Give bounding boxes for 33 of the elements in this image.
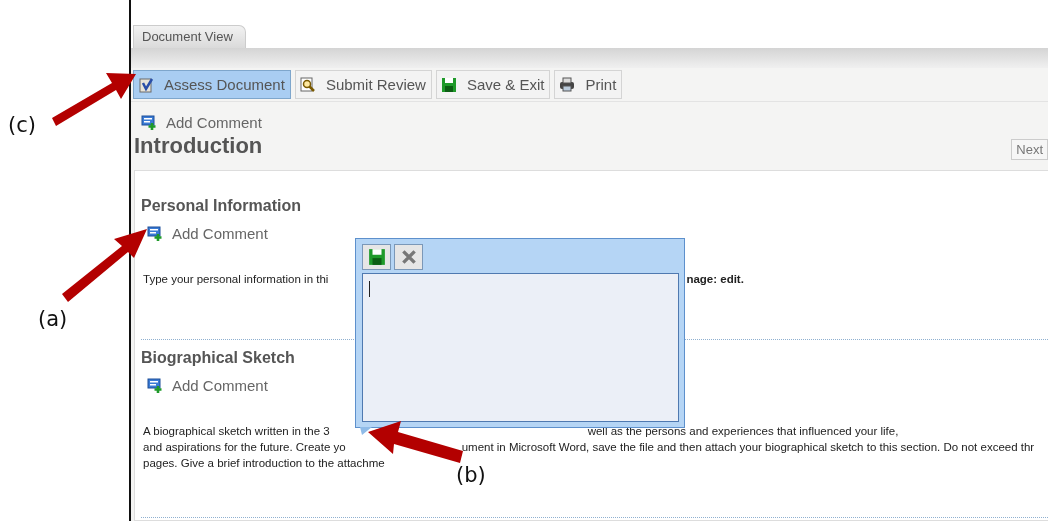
close-button[interactable] (394, 244, 423, 270)
page-title: Introduction (134, 132, 263, 159)
printer-icon (559, 76, 576, 93)
save-button[interactable] (362, 244, 391, 270)
body-text: and aspirations for the future. Create yo (143, 440, 346, 455)
annotation-label: (c) (8, 113, 36, 137)
section-heading: Biographical Sketch (141, 349, 296, 367)
add-comment-icon (147, 377, 163, 394)
section-heading: Personal Information (141, 197, 303, 215)
next-button[interactable]: Next (1011, 139, 1048, 160)
popup-pointer (360, 427, 372, 435)
body-text: Type your personal information in thi (143, 272, 329, 287)
body-text: A biographical sketch written in the 3 (143, 424, 330, 439)
add-comment-link[interactable]: Add Comment (147, 225, 268, 242)
toolbar-button[interactable]: Assess Document (133, 70, 291, 99)
annotation-label: (b) (456, 463, 486, 487)
tab[interactable]: Document View (133, 25, 246, 48)
add-comment-icon (147, 225, 163, 242)
magnifier-icon (299, 76, 316, 93)
toolbar-button[interactable]: Save & Exit (435, 70, 551, 99)
add-comment-link[interactable]: Add Comment (141, 114, 262, 131)
toolbar-button[interactable]: Submit Review (294, 70, 432, 99)
checklist-icon (138, 76, 154, 93)
add-comment-icon (141, 114, 157, 131)
add-comment-link[interactable]: Add Comment (147, 377, 268, 394)
body-text: well as the persons and experiences that influenced your life, (587, 424, 899, 439)
close-icon (399, 248, 418, 266)
comment-input-field[interactable] (362, 273, 679, 422)
body-text: pages. Give a brief introduction to the attachme (143, 456, 385, 471)
body-text: nage: edit. (686, 272, 744, 287)
annotation-label: (a) (38, 307, 68, 331)
toolbar-button[interactable]: Print (554, 70, 623, 99)
body-text: ument in Microsoft Word, save the file and then attach your biographical sketch to this section. Do not exceed thr (461, 440, 1035, 455)
